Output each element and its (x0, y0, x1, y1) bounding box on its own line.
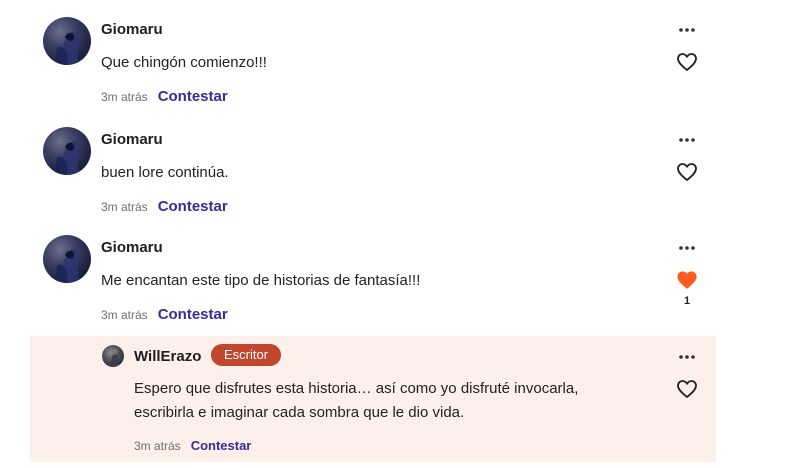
comment-meta: 3m atrás Contestar (101, 306, 228, 323)
comment-item: Giomaru buen lore continúa. 3m atrás Con… (30, 118, 716, 226)
comment-meta: 3m atrás Contestar (101, 88, 228, 105)
comment-author[interactable]: Giomaru (101, 21, 163, 38)
heart-icon[interactable] (676, 162, 698, 182)
author-reply: WillErazo Escritor Espero que disfrutes … (30, 336, 716, 462)
reply-button[interactable]: Contestar (158, 88, 228, 105)
more-options-icon[interactable] (676, 240, 698, 256)
reply-text: Espero que disfrutes esta historia… así … (134, 380, 579, 421)
avatar[interactable] (43, 235, 91, 283)
avatar[interactable] (43, 127, 91, 175)
avatar-image (55, 31, 79, 65)
comment-text: Que chingón comienzo!!! (101, 54, 267, 71)
comment-timestamp: 3m atrás (101, 200, 148, 214)
avatar-image (111, 349, 118, 367)
reply-meta: 3m atrás Contestar (134, 438, 251, 453)
comment-timestamp: 3m atrás (101, 90, 148, 104)
more-options-icon[interactable] (676, 22, 698, 38)
comment-text: buen lore continúa. (101, 164, 229, 181)
more-options-icon[interactable] (676, 132, 698, 148)
comment-author[interactable]: Giomaru (101, 131, 163, 148)
heart-icon[interactable] (676, 379, 698, 399)
writer-badge: Escritor (211, 344, 282, 366)
reply-button[interactable]: Contestar (191, 438, 252, 453)
avatar-image (55, 249, 79, 283)
comment-feed: Giomaru Que chingón comienzo!!! 3m atrás… (0, 0, 794, 468)
comment-meta: 3m atrás Contestar (101, 198, 228, 215)
comment-item: Giomaru Me encantan este tipo de histori… (30, 226, 716, 336)
heart-icon[interactable] (676, 52, 698, 72)
reply-timestamp: 3m atrás (134, 439, 181, 453)
reply-author[interactable]: WillErazo (134, 348, 201, 365)
avatar[interactable] (102, 345, 124, 367)
more-options-icon[interactable] (676, 349, 698, 365)
avatar[interactable] (43, 17, 91, 65)
reply-button[interactable]: Contestar (158, 198, 228, 215)
like-count: 1 (683, 295, 691, 307)
reply-button[interactable]: Contestar (158, 306, 228, 323)
heart-filled-icon[interactable] (676, 270, 698, 290)
comment-text: Me encantan este tipo de historias de fa… (101, 272, 421, 289)
avatar-image (55, 141, 79, 175)
comment-author[interactable]: Giomaru (101, 239, 163, 256)
comment-item: Giomaru Que chingón comienzo!!! 3m atrás… (30, 8, 716, 118)
comment-timestamp: 3m atrás (101, 308, 148, 322)
